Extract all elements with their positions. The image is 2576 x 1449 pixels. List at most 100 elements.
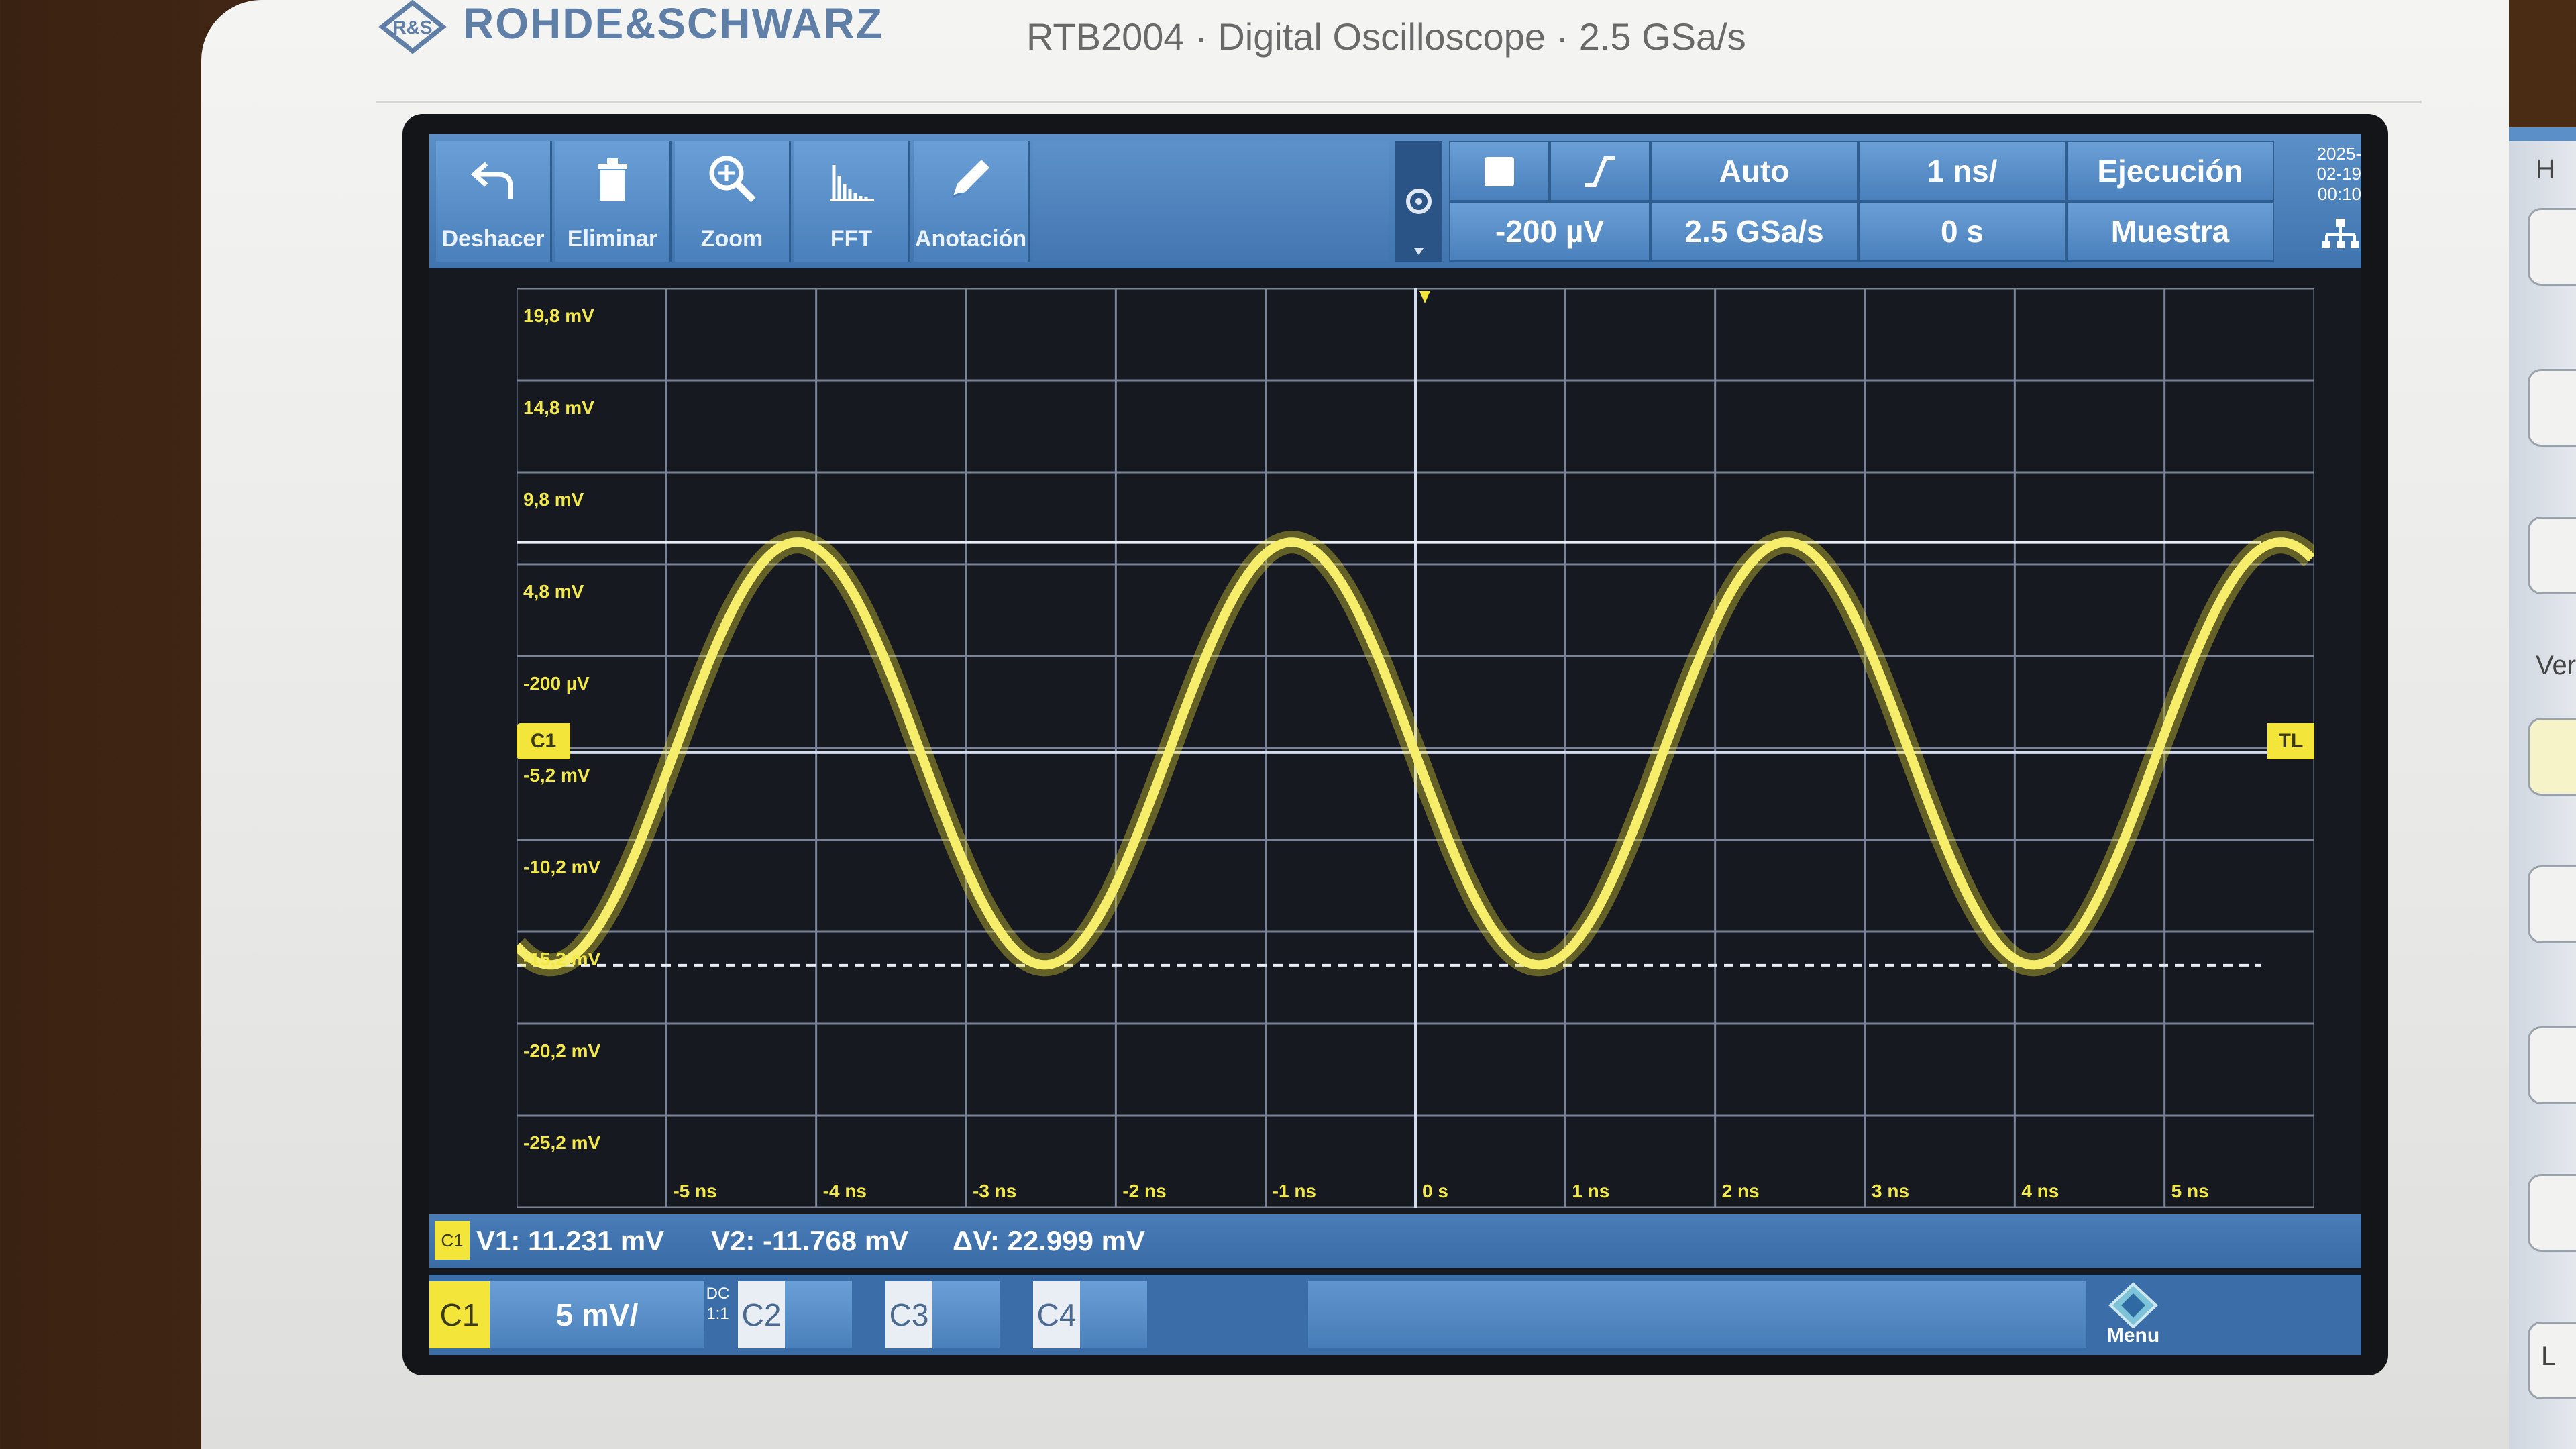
oscilloscope-screen: Deshacer Eliminar Zoom FFT Anotación -20… xyxy=(429,134,2361,1355)
fft-icon xyxy=(830,165,874,201)
channel-2-button[interactable]: C2 xyxy=(738,1281,785,1348)
x-axis-label: 0 s xyxy=(1422,1181,1448,1201)
graticule xyxy=(517,288,2314,1208)
delete-button[interactable]: Eliminar xyxy=(555,141,672,262)
side-button-3[interactable] xyxy=(2528,517,2576,594)
svg-text:R&S: R&S xyxy=(392,17,432,38)
y-axis-label: 19,8 mV xyxy=(523,305,594,327)
annotation-button[interactable]: Anotación xyxy=(914,141,1030,262)
undo-button[interactable]: Deshacer xyxy=(436,141,552,262)
cursor-readout-bar: C1 V1: 11.231 mV V2: -11.768 mV ΔV: 22.9… xyxy=(429,1214,2361,1268)
acquisition-type[interactable]: Muestra xyxy=(2066,201,2274,262)
channel-bar-blank xyxy=(1308,1281,2086,1348)
channel-1-coupling: DC 1:1 xyxy=(704,1284,731,1324)
zoom-button[interactable]: Zoom xyxy=(675,141,791,262)
brand-bar: R&S ROHDE&SCHWARZ RTB2004 · Digital Osci… xyxy=(376,0,2455,103)
zoom-label: Zoom xyxy=(700,226,763,252)
rising-edge-icon xyxy=(1585,156,1615,187)
x-axis-label: 5 ns xyxy=(2171,1181,2209,1201)
side-panel-accent xyxy=(2509,127,2576,141)
y-axis-label: 4,8 mV xyxy=(523,581,584,602)
probe-ratio: 1:1 xyxy=(706,1305,729,1323)
y-axis-label: -10,2 mV xyxy=(523,857,601,878)
acquisition-settings: -200 µV Auto 2.5 GSa/s 1 ns/ 0 s Ejecuci… xyxy=(1449,141,2308,262)
y-axis-label: -200 µV xyxy=(523,673,590,694)
sample-rate[interactable]: 2.5 GSa/s xyxy=(1650,201,1858,262)
cursor-v1-value: V1: 11.231 mV xyxy=(476,1225,665,1256)
cursor-v2-value: V2: -11.768 mV xyxy=(711,1225,909,1256)
x-axis-label: -3 ns xyxy=(973,1181,1017,1201)
acquisition-mode[interactable]: Auto xyxy=(1650,141,1858,201)
brand-name: ROHDE&SCHWARZ xyxy=(463,0,883,48)
channel-3-button[interactable]: C3 xyxy=(885,1281,932,1348)
menu-button[interactable]: Menu xyxy=(2086,1281,2180,1348)
toolbar-blank-area xyxy=(1033,141,1389,262)
x-axis-label: -1 ns xyxy=(1272,1181,1317,1201)
channel-bar: C1 5 mV/ DC 1:1 C2 C3 C4 Menu xyxy=(429,1275,2361,1355)
channel-3-slot[interactable] xyxy=(932,1281,1000,1348)
side-button-4[interactable] xyxy=(2528,718,2576,796)
trigger-type-cell[interactable] xyxy=(1449,141,1550,201)
side-label-vertical: Ver xyxy=(2536,651,2576,680)
run-state[interactable]: Ejecución xyxy=(2066,141,2274,201)
channel-1-offset-marker[interactable]: C1 xyxy=(517,723,570,759)
side-button-panel: H Ver L xyxy=(2509,127,2576,1449)
delete-label: Eliminar xyxy=(567,226,658,252)
trigger-level-marker[interactable]: TL xyxy=(2267,723,2314,759)
stop-square-icon xyxy=(1485,157,1514,186)
trigger-slope-cell[interactable] xyxy=(1550,141,1650,201)
undo-icon xyxy=(470,162,513,199)
annotation-label: Anotación xyxy=(914,226,1027,252)
menu-label: Menu xyxy=(2106,1324,2160,1346)
fft-button[interactable]: FFT xyxy=(794,141,910,262)
side-button-5[interactable] xyxy=(2528,865,2576,943)
x-axis-label: -4 ns xyxy=(822,1181,867,1201)
model-line: RTB2004 · Digital Oscilloscope · 2.5 GSa… xyxy=(1026,15,1746,58)
side-button-1[interactable] xyxy=(2528,208,2576,286)
channel-4-slot[interactable] xyxy=(1080,1281,1147,1348)
y-axis-label: -25,2 mV xyxy=(523,1132,601,1154)
x-axis-label: 2 ns xyxy=(1721,1181,1760,1201)
rs-diamond-icon xyxy=(2108,1282,2158,1329)
pencil-icon xyxy=(953,160,989,197)
channel-2-slot[interactable] xyxy=(785,1281,852,1348)
channel-1-scale[interactable]: 5 mV/ xyxy=(490,1281,704,1348)
network-icon xyxy=(2322,219,2359,248)
channel-1-button[interactable]: C1 xyxy=(429,1281,490,1348)
y-axis-label: -20,2 mV xyxy=(523,1040,601,1062)
coupling-mode: DC xyxy=(706,1285,730,1303)
date-time: 2025-02-19 00:10 xyxy=(2314,144,2362,204)
side-button-2[interactable] xyxy=(2528,369,2576,447)
x-axis-label: -2 ns xyxy=(1122,1181,1167,1201)
trigger-level[interactable]: -200 µV xyxy=(1449,201,1650,262)
undo-label: Deshacer xyxy=(441,226,545,252)
x-axis-label: 3 ns xyxy=(1872,1181,1910,1201)
time-offset[interactable]: 0 s xyxy=(1858,201,2066,262)
side-button-7[interactable] xyxy=(2528,1174,2576,1252)
toolbar: Deshacer Eliminar Zoom FFT Anotación -20… xyxy=(429,134,2361,268)
side-label-l: L xyxy=(2541,1342,2557,1371)
timebase[interactable]: 1 ns/ xyxy=(1858,141,2066,201)
zoom-icon xyxy=(709,156,756,203)
time: 00:10 xyxy=(2317,184,2361,204)
waveform-area[interactable]: 19,8 mV 14,8 mV 9,8 mV 4,8 mV -200 µV -5,2 mV… xyxy=(517,288,2314,1208)
y-axis-label: -15,2 mV xyxy=(523,949,601,970)
fft-label: FFT xyxy=(830,226,873,252)
channel-4-button[interactable]: C4 xyxy=(1033,1281,1080,1348)
date: 2025-02-19 xyxy=(2316,144,2362,184)
y-axis-label: 9,8 mV xyxy=(523,489,584,511)
x-axis-label: 1 ns xyxy=(1572,1181,1610,1201)
gear-icon[interactable] xyxy=(1395,141,1442,262)
trash-icon xyxy=(598,158,627,201)
x-axis-label: -5 ns xyxy=(673,1181,717,1201)
y-axis-label: -5,2 mV xyxy=(523,765,590,786)
y-axis-label: 14,8 mV xyxy=(523,397,594,419)
rohde-schwarz-logo: R&S xyxy=(378,0,447,54)
side-label-horizontal: H xyxy=(2536,154,2555,184)
side-button-6[interactable] xyxy=(2528,1026,2576,1104)
cursor-delta-value: ΔV: 22.999 mV xyxy=(953,1225,1146,1256)
x-axis-label: 4 ns xyxy=(2021,1181,2059,1201)
brand-divider xyxy=(376,101,2422,103)
trigger-position-marker[interactable] xyxy=(1419,291,1430,303)
toolbar-divider xyxy=(1395,141,1442,262)
